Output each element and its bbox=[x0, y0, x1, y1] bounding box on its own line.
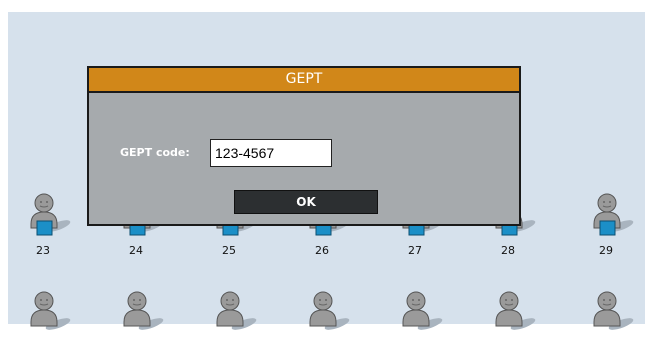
seat-number: 27 bbox=[408, 244, 422, 257]
seat-row2-1[interactable] bbox=[28, 290, 72, 358]
seat-number: 23 bbox=[36, 244, 50, 257]
seat-row2-4[interactable] bbox=[307, 290, 351, 358]
student-icon bbox=[30, 193, 71, 236]
dialog-title: GEPT bbox=[89, 68, 519, 93]
ok-button[interactable]: OK bbox=[234, 190, 378, 214]
student-icon bbox=[216, 291, 257, 330]
student-icon bbox=[123, 291, 164, 330]
student-icon bbox=[593, 291, 634, 330]
seat-row2-7[interactable] bbox=[591, 290, 635, 358]
seat-row2-3[interactable] bbox=[214, 290, 258, 358]
seat-23[interactable]: 23 bbox=[28, 192, 72, 260]
student-icon bbox=[30, 291, 71, 330]
seat-number: 26 bbox=[315, 244, 329, 257]
seat-number: 24 bbox=[129, 244, 143, 257]
seat-number: 29 bbox=[599, 244, 613, 257]
seat-row2-2[interactable] bbox=[121, 290, 165, 358]
seat-row2-6[interactable] bbox=[493, 290, 537, 358]
gept-code-input[interactable] bbox=[210, 139, 332, 167]
gept-dialog: GEPT GEPT code: OK bbox=[87, 66, 521, 226]
seat-number: 28 bbox=[501, 244, 515, 257]
seat-29[interactable]: 29 bbox=[591, 192, 635, 260]
student-icon bbox=[309, 291, 350, 330]
student-icon bbox=[402, 291, 443, 330]
gept-code-label: GEPT code: bbox=[120, 146, 190, 159]
student-icon bbox=[495, 291, 536, 330]
seat-row2-5[interactable] bbox=[400, 290, 444, 358]
seat-number: 25 bbox=[222, 244, 236, 257]
student-icon bbox=[593, 193, 634, 236]
